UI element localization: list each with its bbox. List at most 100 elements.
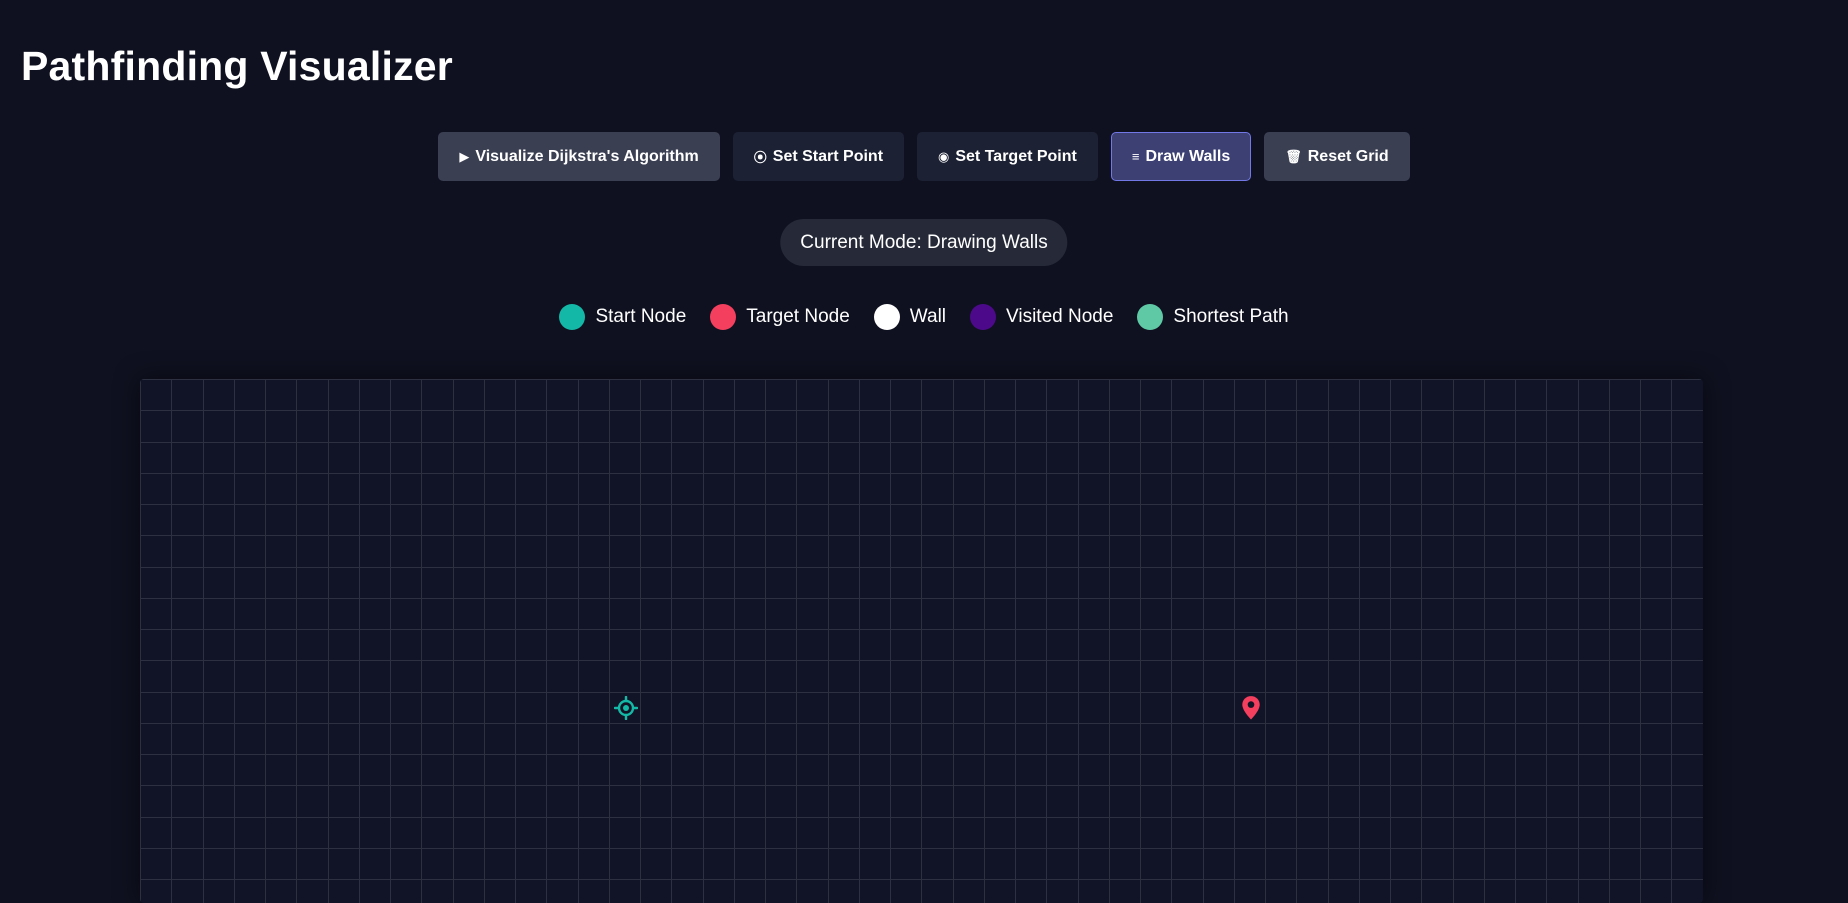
grid-cell[interactable] bbox=[297, 848, 329, 880]
grid-cell[interactable] bbox=[1484, 380, 1516, 412]
grid-cell[interactable] bbox=[1172, 817, 1204, 849]
grid-cell[interactable] bbox=[578, 723, 610, 755]
grid-cell[interactable] bbox=[1453, 380, 1485, 412]
grid-cell[interactable] bbox=[1547, 380, 1579, 412]
grid-cell[interactable] bbox=[297, 880, 329, 903]
grid-cell[interactable] bbox=[1609, 598, 1641, 630]
grid-cell[interactable] bbox=[828, 567, 860, 599]
grid-cell[interactable] bbox=[1609, 630, 1641, 662]
grid-cell[interactable] bbox=[1297, 442, 1329, 474]
grid-cell[interactable] bbox=[891, 598, 923, 630]
grid-cell[interactable] bbox=[141, 848, 173, 880]
grid-cell[interactable] bbox=[1391, 505, 1423, 537]
grid-cell[interactable] bbox=[484, 505, 516, 537]
grid-cell[interactable] bbox=[234, 661, 266, 693]
grid-cell[interactable] bbox=[547, 755, 579, 787]
grid-cell[interactable] bbox=[1016, 692, 1048, 724]
grid-cell[interactable] bbox=[141, 380, 173, 412]
grid-cell[interactable] bbox=[328, 536, 360, 568]
grid-cell[interactable] bbox=[1203, 630, 1235, 662]
grid-cell[interactable] bbox=[328, 473, 360, 505]
grid-cell[interactable] bbox=[359, 505, 391, 537]
grid-cell[interactable] bbox=[1016, 536, 1048, 568]
grid-cell[interactable] bbox=[1234, 817, 1266, 849]
grid-cell[interactable] bbox=[1672, 723, 1703, 755]
grid-cell[interactable] bbox=[1672, 505, 1703, 537]
grid-cell[interactable] bbox=[516, 786, 548, 818]
grid-cell[interactable] bbox=[1172, 473, 1204, 505]
grid-cell[interactable] bbox=[641, 598, 673, 630]
grid-cell[interactable] bbox=[891, 692, 923, 724]
grid-cell[interactable] bbox=[1422, 817, 1454, 849]
grid-cell[interactable] bbox=[703, 536, 735, 568]
grid-cell[interactable] bbox=[1234, 755, 1266, 787]
grid-cell[interactable] bbox=[516, 630, 548, 662]
grid-cell[interactable] bbox=[422, 536, 454, 568]
grid-cell[interactable] bbox=[547, 442, 579, 474]
grid-cell[interactable] bbox=[1141, 755, 1173, 787]
grid-cell[interactable] bbox=[1359, 880, 1391, 903]
grid-cell[interactable] bbox=[766, 630, 798, 662]
grid-cell[interactable] bbox=[641, 411, 673, 443]
grid-cell[interactable] bbox=[1641, 473, 1673, 505]
grid-cell[interactable] bbox=[516, 380, 548, 412]
grid-cell[interactable] bbox=[203, 567, 235, 599]
grid-cell[interactable] bbox=[1047, 505, 1079, 537]
grid-cell[interactable] bbox=[547, 536, 579, 568]
grid-cell[interactable] bbox=[1234, 411, 1266, 443]
grid-cell[interactable] bbox=[516, 848, 548, 880]
grid-cell[interactable] bbox=[516, 536, 548, 568]
grid-cell[interactable] bbox=[422, 380, 454, 412]
grid-cell[interactable] bbox=[1047, 630, 1079, 662]
grid-cell[interactable] bbox=[1203, 505, 1235, 537]
grid-cell[interactable] bbox=[953, 755, 985, 787]
grid-cell[interactable] bbox=[828, 505, 860, 537]
grid-cell[interactable] bbox=[734, 755, 766, 787]
grid-cell[interactable] bbox=[1141, 442, 1173, 474]
grid-cell[interactable] bbox=[609, 817, 641, 849]
grid-cell[interactable] bbox=[1484, 536, 1516, 568]
grid-cell[interactable] bbox=[1484, 598, 1516, 630]
grid-cell[interactable] bbox=[1359, 817, 1391, 849]
grid-cell[interactable] bbox=[1516, 505, 1548, 537]
grid-cell[interactable] bbox=[141, 786, 173, 818]
grid-cell[interactable] bbox=[609, 505, 641, 537]
grid-cell[interactable] bbox=[797, 536, 829, 568]
grid-cell[interactable] bbox=[922, 786, 954, 818]
grid-cell[interactable] bbox=[1547, 411, 1579, 443]
grid-cell[interactable] bbox=[234, 630, 266, 662]
grid-cell[interactable] bbox=[391, 536, 423, 568]
grid-cell[interactable] bbox=[734, 442, 766, 474]
grid-cell[interactable] bbox=[984, 817, 1016, 849]
grid-cell[interactable] bbox=[359, 661, 391, 693]
grid-cell[interactable] bbox=[234, 380, 266, 412]
grid-cell[interactable] bbox=[922, 755, 954, 787]
grid-cell[interactable] bbox=[547, 817, 579, 849]
grid-cell[interactable] bbox=[1297, 848, 1329, 880]
grid-cell[interactable] bbox=[1391, 786, 1423, 818]
grid-cell[interactable] bbox=[1109, 442, 1141, 474]
grid-cell[interactable] bbox=[1266, 723, 1298, 755]
grid-cell[interactable] bbox=[1328, 661, 1360, 693]
grid-cell[interactable] bbox=[1203, 598, 1235, 630]
grid-cell[interactable] bbox=[391, 505, 423, 537]
grid-cell[interactable] bbox=[1609, 567, 1641, 599]
grid-cell[interactable] bbox=[672, 848, 704, 880]
grid-cell[interactable] bbox=[391, 380, 423, 412]
grid-cell[interactable] bbox=[1047, 723, 1079, 755]
grid-cell[interactable] bbox=[578, 505, 610, 537]
grid-cell[interactable] bbox=[422, 630, 454, 662]
grid-cell[interactable] bbox=[172, 411, 204, 443]
grid-cell[interactable] bbox=[641, 755, 673, 787]
grid-cell[interactable] bbox=[516, 411, 548, 443]
grid-cell[interactable] bbox=[1641, 880, 1673, 903]
grid-cell[interactable] bbox=[984, 880, 1016, 903]
grid-cell[interactable] bbox=[609, 536, 641, 568]
grid-cell[interactable] bbox=[797, 505, 829, 537]
grid-cell[interactable] bbox=[203, 692, 235, 724]
grid-cell[interactable] bbox=[1078, 630, 1110, 662]
grid-cell[interactable] bbox=[1578, 567, 1610, 599]
grid-cell[interactable] bbox=[1516, 817, 1548, 849]
grid-cell[interactable] bbox=[203, 817, 235, 849]
grid-cell[interactable] bbox=[1172, 755, 1204, 787]
